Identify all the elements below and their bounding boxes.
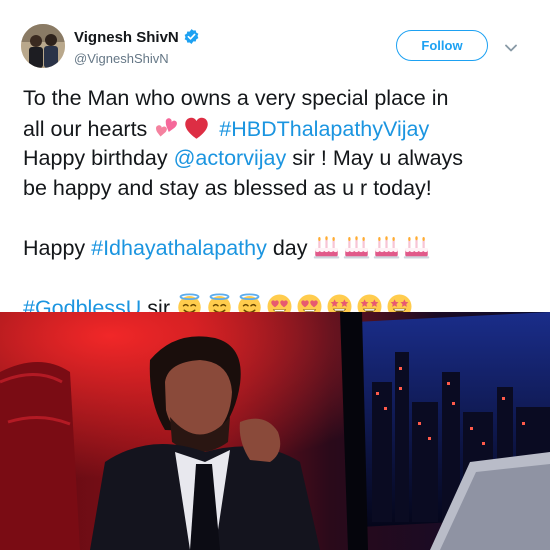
- display-name[interactable]: Vignesh ShivN: [74, 28, 200, 46]
- tweet-line-4: be happy and stay as blessed as u r toda…: [23, 175, 432, 200]
- chevron-down-icon[interactable]: [504, 40, 518, 52]
- birthday-cake-emoji-icon: [313, 233, 340, 260]
- follow-button[interactable]: Follow: [396, 30, 488, 61]
- tweet-line-5-prefix: Happy: [23, 235, 92, 260]
- tweet-card: Vignesh ShivN @VigneshShivN Follow To th…: [0, 0, 550, 550]
- tweet-line-2-text: all our hearts: [23, 116, 148, 141]
- tweet-line-5: Happy #Idhayathalapathy day: [23, 233, 538, 264]
- tweet-line-3-prefix: Happy birthday: [23, 146, 174, 170]
- cake-emoji-group: [313, 233, 433, 260]
- red-heart-emoji-icon: [183, 114, 210, 141]
- tweet-text: To the Man who owns a very special place…: [23, 84, 538, 323]
- tweet-line-1: To the Man who owns a very special place…: [23, 86, 449, 110]
- avatar[interactable]: [21, 24, 65, 68]
- two-hearts-emoji-icon: [153, 114, 180, 141]
- hashtag-idhayathalapathy[interactable]: #Idhayathalapathy: [91, 236, 267, 260]
- tweet-photo[interactable]: [0, 312, 550, 550]
- tweet-line-3: Happy birthday @actorvijay sir ! May u a…: [23, 144, 538, 174]
- hashtag-hbdthalapathyvijay[interactable]: #HBDThalapathyVijay: [219, 117, 429, 141]
- tweet-line-5-suffix: day: [266, 235, 308, 260]
- birthday-cake-emoji-icon: [373, 233, 400, 260]
- mention-actorvijay[interactable]: @actorvijay: [174, 146, 287, 170]
- birthday-cake-emoji-icon: [403, 233, 430, 260]
- display-name-text: Vignesh ShivN: [74, 29, 179, 46]
- user-handle[interactable]: @VigneshShivN: [74, 51, 169, 66]
- tweet-line-2: all our hearts #HBDThalapathyVijay: [23, 114, 538, 145]
- verified-badge-icon: [183, 28, 200, 45]
- tweet-line-3-suffix: sir ! May u always: [286, 146, 464, 170]
- birthday-cake-emoji-icon: [343, 233, 370, 260]
